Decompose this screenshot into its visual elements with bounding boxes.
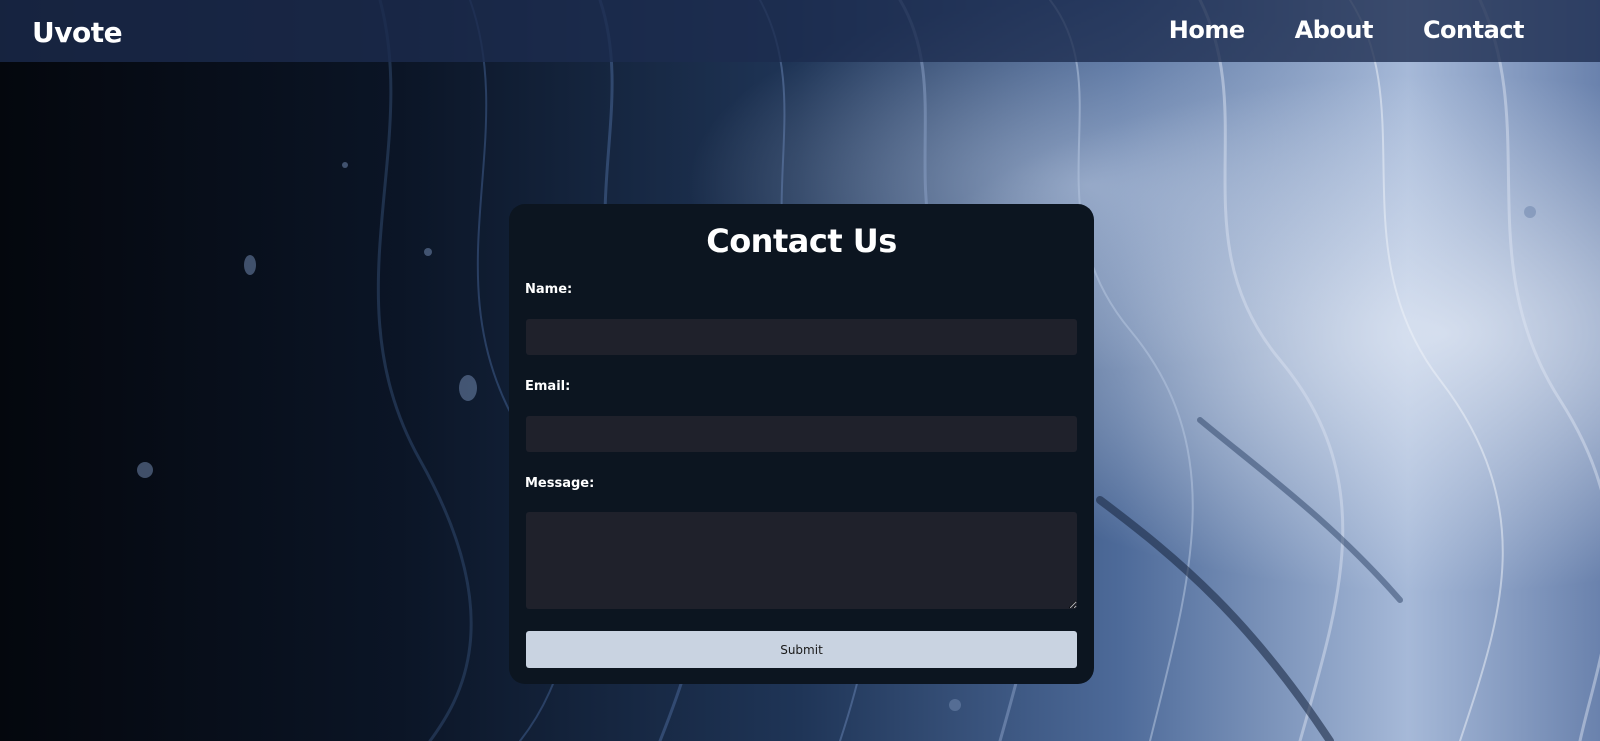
- nav-contact-link[interactable]: Contact: [1423, 16, 1525, 44]
- contact-form-title: Contact Us: [706, 222, 897, 260]
- email-input[interactable]: [526, 416, 1077, 452]
- nav-home-link[interactable]: Home: [1169, 16, 1245, 44]
- email-label: Email:: [525, 379, 571, 394]
- name-label: Name:: [525, 282, 573, 297]
- contact-form-card: Contact Us Name: Email: Message: Submit: [509, 204, 1094, 684]
- top-navbar: Uvote Home About Contact: [0, 0, 1600, 62]
- brand-logo[interactable]: Uvote: [32, 16, 123, 49]
- message-label: Message:: [525, 476, 595, 491]
- nav-links: Home About Contact: [1169, 16, 1525, 44]
- name-input[interactable]: [526, 319, 1077, 355]
- submit-button[interactable]: Submit: [526, 631, 1077, 668]
- nav-about-link[interactable]: About: [1295, 16, 1374, 44]
- message-textarea[interactable]: [526, 512, 1077, 609]
